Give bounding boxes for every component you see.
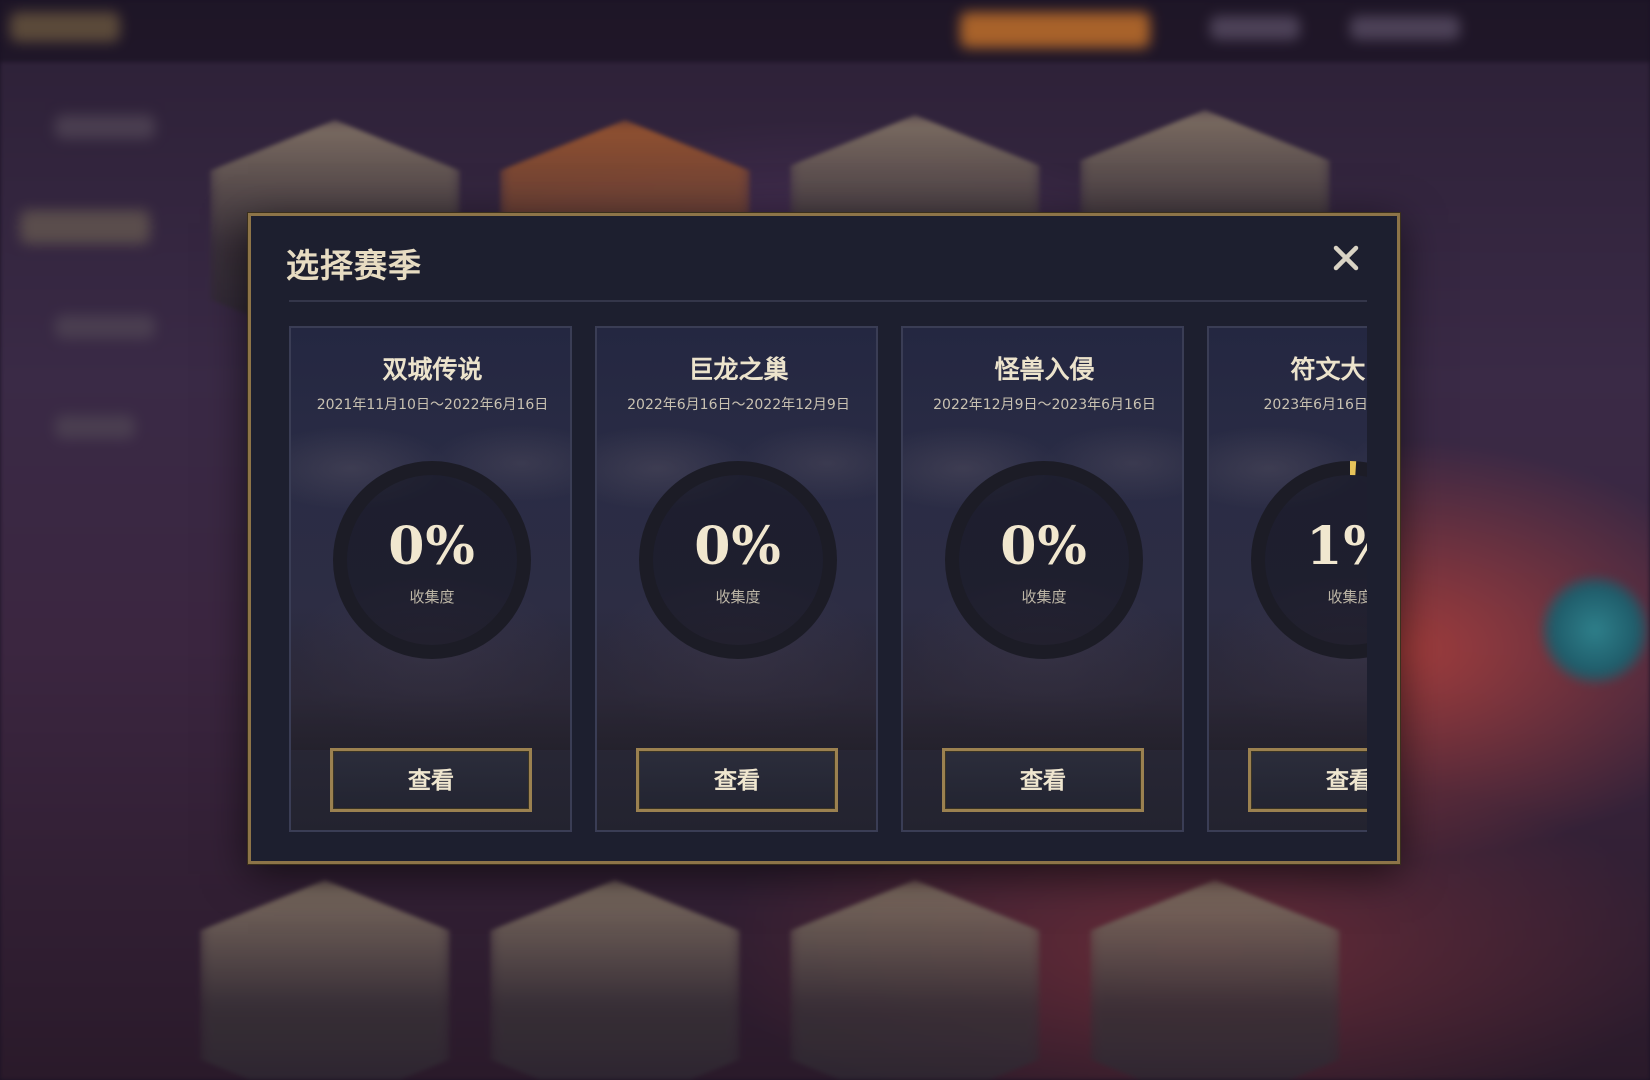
collection-label: 收集度	[715, 588, 761, 606]
view-button[interactable]: 查看	[942, 748, 1144, 812]
collection-progress-ring: 0% 收集度	[636, 458, 840, 662]
close-icon	[1333, 245, 1359, 271]
season-name: 双城传说	[382, 356, 483, 384]
collection-progress-ring: 0% 收集度	[330, 458, 534, 662]
collection-percent: 1%	[1306, 516, 1367, 577]
season-name: 符文大陆	[1290, 356, 1367, 384]
season-card: 双城传说 2021年11月10日～2022年6月16日 0% 收集度 查看	[289, 326, 572, 832]
background-side-item	[20, 210, 150, 244]
collection-progress-ring: 1% 收集度	[1248, 458, 1367, 662]
season-select-modal: 选择赛季 双城传说 2021年11月10日～2022年6月16日 0% 收集度 …	[248, 213, 1400, 864]
season-card: 巨龙之巢 2022年6月16日～2022年12月9日 0% 收集度 查看	[595, 326, 878, 832]
collection-percent: 0%	[1000, 516, 1088, 577]
background-tile	[490, 880, 740, 1080]
season-dates: 2022年6月16日～2022年12月9日	[627, 397, 850, 413]
collection-label: 收集度	[1021, 588, 1067, 606]
background-side-item	[55, 315, 155, 339]
collection-label: 收集度	[1327, 588, 1367, 606]
view-button[interactable]: 查看	[1248, 748, 1367, 812]
background-logo	[10, 12, 120, 42]
view-button[interactable]: 查看	[330, 748, 532, 812]
background-play-button	[960, 12, 1150, 48]
season-dates: 2022年12月9日～2023年6月16日	[933, 397, 1156, 413]
background-orb	[1540, 575, 1650, 685]
collection-label: 收集度	[409, 588, 455, 606]
background-nav-item	[1210, 16, 1300, 40]
view-button[interactable]: 查看	[636, 748, 838, 812]
modal-divider	[289, 300, 1367, 302]
background-nav-item	[1350, 16, 1460, 40]
collection-progress-ring: 0% 收集度	[942, 458, 1146, 662]
season-name: 巨龙之巢	[688, 356, 789, 384]
season-card: 怪兽入侵 2022年12月9日～2023年6月16日 0% 收集度 查看	[901, 326, 1184, 832]
background-side-item	[55, 115, 155, 139]
season-name: 怪兽入侵	[994, 356, 1095, 384]
background-side-item	[55, 415, 135, 439]
collection-percent: 0%	[388, 516, 476, 577]
season-dates: 2021年11月10日～2022年6月16日	[316, 397, 549, 413]
close-button[interactable]	[1326, 238, 1366, 278]
season-card-list: 双城传说 2021年11月10日～2022年6月16日 0% 收集度 查看 巨龙…	[289, 326, 1367, 834]
season-card: 符文大陆 2023年6月16日～2023 1% 收集度 查看	[1207, 326, 1367, 832]
collection-percent: 0%	[694, 516, 782, 577]
background-tile	[790, 880, 1040, 1080]
background-tile	[200, 880, 450, 1080]
season-dates: 2023年6月16日～2023	[1263, 397, 1368, 413]
background-tile	[1090, 880, 1340, 1080]
modal-title: 选择赛季	[286, 247, 422, 284]
